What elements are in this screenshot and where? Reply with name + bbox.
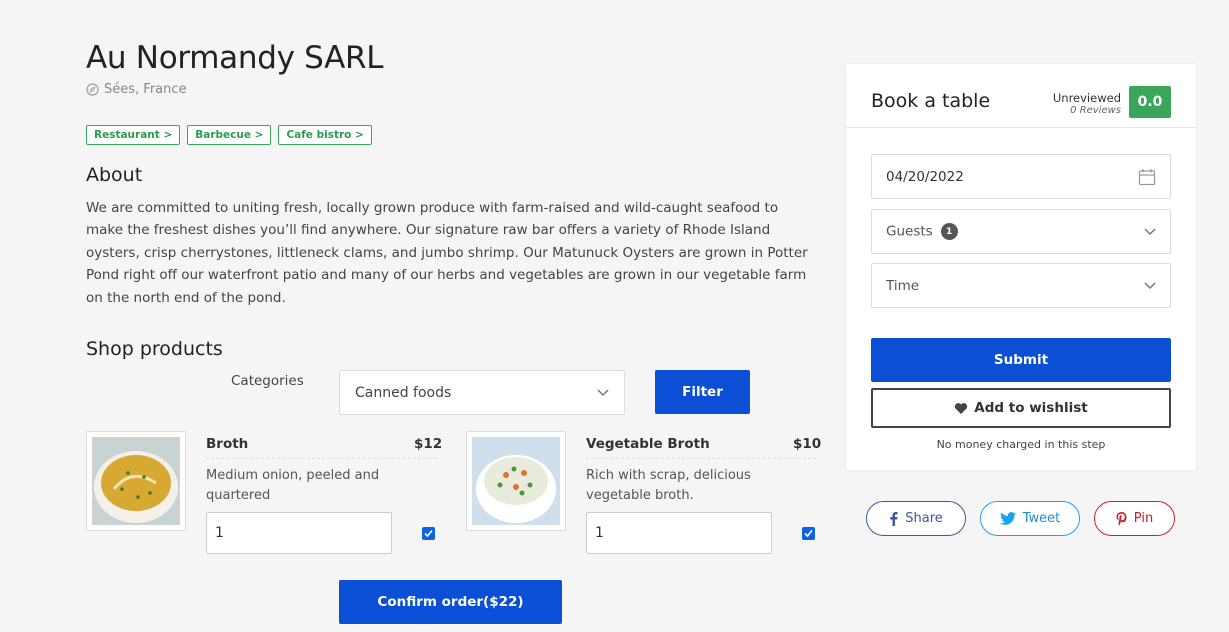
about-heading: About [86,164,143,186]
product-description: Medium onion, peeled and quartered [206,468,380,503]
product-name: Broth [206,436,249,452]
category-select-value: Canned foods [355,384,452,401]
tweet-label: Tweet [1022,511,1061,526]
add-to-wishlist-button[interactable]: Add to wishlist [871,388,1171,428]
about-text: We are committed to uniting fresh, local… [86,200,808,306]
quantity-input[interactable]: 1 [206,512,392,554]
location-text: Sées, France [104,82,187,97]
product-description: Rich with scrap, delicious vegetable bro… [586,468,751,503]
guests-label: Guests [886,223,933,240]
product-price: $12 [414,436,443,452]
twitter-icon [999,512,1016,525]
confirm-order-button[interactable]: Confirm order($22) [339,580,562,624]
tag-barbecue[interactable]: Barbecue > [187,125,272,145]
chevron-down-icon [597,388,609,396]
wishlist-label: Add to wishlist [974,400,1088,416]
review-summary: Unreviewed 0 Reviews [1053,91,1121,116]
product-image-vegetable-broth[interactable] [466,431,566,531]
date-field[interactable]: 04/20/2022 [871,154,1171,199]
booking-title: Book a table [871,90,991,112]
restaurant-location: Sées, France [86,82,187,97]
pin-label: Pin [1133,511,1154,526]
category-select[interactable]: Canned foods [339,370,625,415]
guests-label-wrap: Guests 1 [886,223,958,240]
guests-count-badge: 1 [940,223,958,240]
booking-card: Book a table Unreviewed 0 Reviews 0.0 04… [846,64,1196,470]
rating-score-badge: 0.0 [1129,86,1171,118]
pinterest-icon [1116,511,1127,526]
vegetable-broth-image-icon [472,437,560,525]
time-label: Time [886,277,920,294]
tag-restaurant[interactable]: Restaurant > [86,125,181,145]
restaurant-title: Au Normandy SARL [86,40,384,76]
product-price: $10 [793,436,822,452]
booking-card-header: Book a table Unreviewed 0 Reviews 0.0 [846,64,1196,128]
product-name: Vegetable Broth [586,436,710,452]
twitter-tweet-button[interactable]: Tweet [980,501,1080,536]
chevron-down-icon [1144,227,1156,235]
calendar-icon[interactable] [1138,168,1156,186]
filter-button[interactable]: Filter [655,370,750,414]
product-checkbox[interactable] [422,527,435,540]
product-divider [586,458,816,459]
shop-heading: Shop products [86,338,223,360]
no-charge-note: No money charged in this step [936,438,1106,451]
checkmark-icon [424,529,433,538]
share-label: Share [905,511,943,526]
broth-image-icon [92,437,180,525]
checkmark-icon [804,529,813,538]
guests-select[interactable]: Guests 1 [871,209,1171,254]
product-divider [206,458,436,459]
quantity-input[interactable]: 1 [586,512,772,554]
heart-icon [955,402,968,414]
product-image-broth[interactable] [86,431,186,531]
time-select[interactable]: Time [871,263,1171,308]
pinterest-pin-button[interactable]: Pin [1094,501,1175,536]
compass-icon [86,83,99,96]
submit-button[interactable]: Submit [871,338,1171,382]
date-value: 04/20/2022 [886,168,964,185]
chevron-down-icon [1144,281,1156,289]
facebook-share-button[interactable]: Share [866,501,966,536]
tag-cafe-bistro[interactable]: Cafe bistro > [278,125,372,145]
review-count: 0 Reviews [1070,105,1121,116]
review-status: Unreviewed [1052,91,1121,105]
category-tags: Restaurant > Barbecue > Cafe bistro > [86,125,372,145]
categories-label: Categories [231,373,304,389]
product-checkbox[interactable] [802,527,815,540]
facebook-icon [890,512,898,526]
